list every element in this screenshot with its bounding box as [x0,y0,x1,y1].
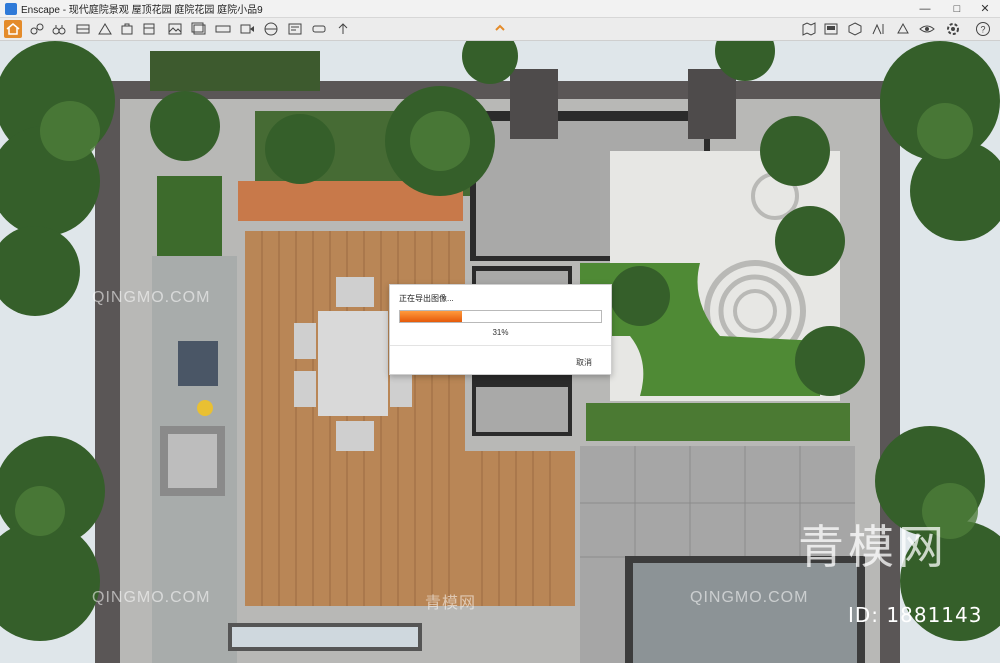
link-icon[interactable] [28,20,46,38]
export-vr-icon[interactable] [310,20,328,38]
svg-text:?: ? [980,25,985,35]
progress-bar-fill [400,311,463,322]
eye-icon[interactable] [918,20,936,38]
progress-bar [399,310,602,323]
visual-settings-icon[interactable] [894,20,912,38]
minimize-button[interactable]: — [910,0,940,17]
chevron-up-icon[interactable] [493,21,507,35]
dialog-divider [390,345,611,346]
map-icon[interactable] [800,20,818,38]
preview-icon[interactable] [822,20,840,38]
export-image-icon[interactable] [166,20,184,38]
export-web-icon[interactable] [262,20,280,38]
settings-icon[interactable] [944,20,962,38]
asset-library-icon[interactable] [846,20,864,38]
material-editor-icon[interactable] [870,20,888,38]
dialog-title: 正在导出图像... [399,294,454,303]
view-icon[interactable] [74,20,92,38]
progress-percent-label: 31% [492,328,509,337]
people-icon[interactable] [118,20,136,38]
binoculars-icon[interactable] [50,20,68,38]
maximize-button[interactable]: □ [942,0,972,17]
cancel-button[interactable]: 取消 [576,357,592,368]
watermark-text: QINGMO.COM [92,289,211,306]
help-icon[interactable]: ? [974,20,992,38]
export-batch-icon[interactable] [190,20,208,38]
upload-icon[interactable] [334,20,352,38]
watermark-logo-text: 青模网 [798,520,948,574]
enscape-logo-icon [5,2,17,15]
watermark-text: QINGMO.COM [690,589,809,606]
export-exe-icon[interactable] [286,20,304,38]
close-button[interactable]: ✕ [970,0,1000,17]
watermark-id: ID: 1881143 [848,603,983,627]
export-progress-dialog: 正在导出图像... 31% 取消 [389,284,612,375]
watermark-text-cn: 青模网 [425,595,477,612]
home-icon[interactable] [4,20,22,38]
export-video-icon[interactable] [238,20,256,38]
watermark-text: QINGMO.COM [92,589,211,606]
camera-icon[interactable] [96,20,114,38]
toolbar: ? [0,18,1000,41]
export-panorama-icon[interactable] [214,20,232,38]
window-title: Enscape - 现代庭院景观 屋顶花园 庭院花园 庭院小品9 [21,5,263,16]
title-bar: Enscape - 现代庭院景观 屋顶花园 庭院花园 庭院小品9 — □ ✕ [0,0,1000,18]
building-icon[interactable] [140,20,158,38]
render-viewport[interactable]: QINGMO.COM QINGMO.COM QINGMO.COM 青模网 青模网… [0,41,1000,663]
